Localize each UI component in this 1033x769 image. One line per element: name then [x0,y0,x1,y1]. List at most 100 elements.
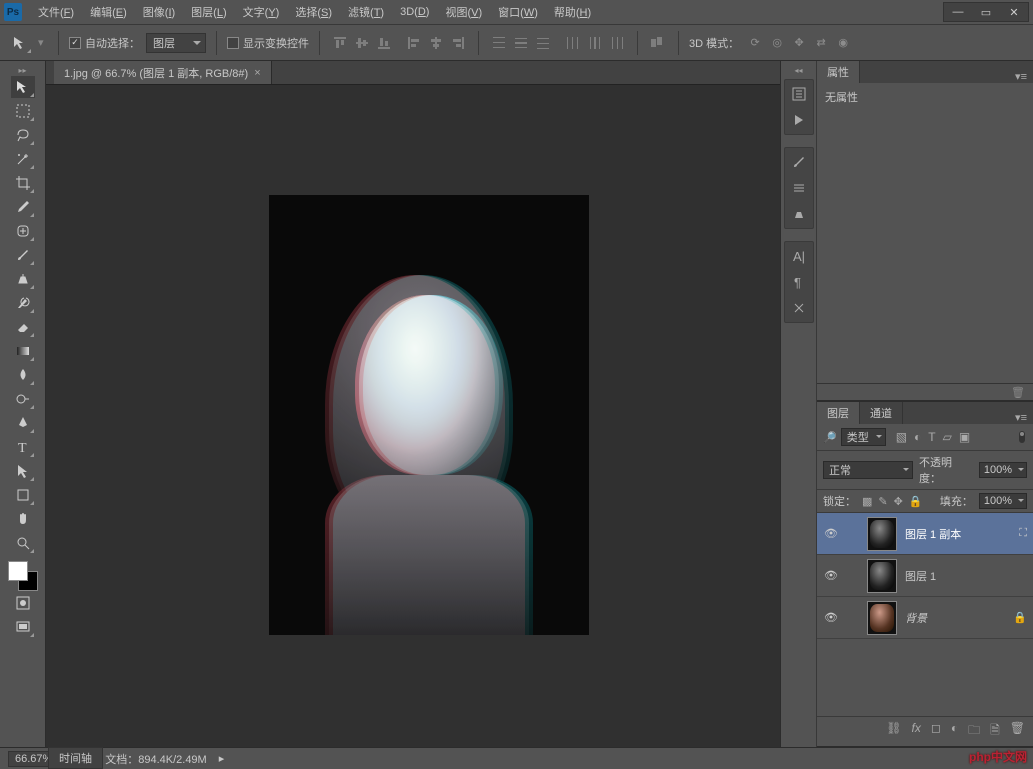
color-swatches[interactable] [8,561,38,591]
gradient-tool[interactable] [11,340,35,362]
menu-layer[interactable]: 图层(L) [183,0,234,24]
paragraph-panel-icon[interactable]: ¶ [787,270,811,294]
3d-pan-button[interactable]: ✥ [789,33,809,53]
filter-adjust-icon[interactable]: ◐ [914,430,921,444]
close-button[interactable]: ✕ [1000,3,1028,21]
maximize-button[interactable]: ▭ [972,3,1000,21]
menu-help[interactable]: 帮助(H) [546,0,599,24]
fill-input[interactable]: 100% [979,493,1027,509]
brush-panel-icon[interactable] [787,150,811,174]
layer-name[interactable]: 图层 1 副本 [905,526,1011,542]
dodge-tool[interactable] [11,388,35,410]
layer-thumbnail[interactable] [867,601,897,635]
document-tab[interactable]: 1.jpg @ 66.7% (图层 1 副本, RGB/8#) × [54,61,272,84]
properties-trash-icon[interactable]: 🗑 [1011,386,1025,399]
opacity-input[interactable]: 100% [979,462,1027,478]
menu-3d[interactable]: 3D(D) [392,2,437,22]
history-panel-icon[interactable] [787,82,811,106]
brush-presets-panel-icon[interactable] [787,176,811,200]
blend-mode-dropdown[interactable]: 正常 [823,461,913,479]
align-hcenter-button[interactable] [426,33,446,53]
layer-name[interactable]: 背景 [905,610,1005,626]
magic-wand-tool[interactable] [11,148,35,170]
layer-row[interactable]: 👁 图层 1 [817,555,1033,597]
menu-filter[interactable]: 滤镜(T) [340,0,392,24]
distribute-right-button[interactable] [607,33,627,53]
clone-source-panel-icon[interactable] [787,202,811,226]
toolbox-collapse-grip[interactable]: ▸▸ [0,65,45,75]
menu-image[interactable]: 图像(I) [135,0,183,24]
auto-align-button[interactable] [648,33,668,53]
properties-panel-menu-icon[interactable]: ▾≡ [1009,70,1033,83]
filter-type-icon[interactable]: T [928,430,935,444]
lock-transparency-icon[interactable]: ▩ [862,495,872,508]
new-layer-button[interactable]: 🗎 [990,721,1000,742]
layers-tab[interactable]: 图层 [817,402,860,424]
filter-toggle-switch[interactable] [1017,429,1027,445]
delete-layer-button[interactable]: 🗑 [1010,721,1025,742]
foreground-swatch[interactable] [8,561,28,581]
auto-select-checkbox[interactable]: ✓ 自动选择： [69,35,140,51]
lock-all-icon[interactable]: 🔒 [909,495,923,508]
history-brush-tool[interactable] [11,292,35,314]
crop-tool[interactable] [11,172,35,194]
filter-smart-icon[interactable]: ▣ [959,430,970,444]
lock-pixels-icon[interactable]: ✎ [878,495,887,508]
layers-panel-menu-icon[interactable]: ▾≡ [1009,411,1033,424]
menu-window[interactable]: 窗口(W) [490,0,546,24]
menu-type[interactable]: 文字(Y) [235,0,288,24]
shape-tool[interactable] [11,484,35,506]
layer-visibility-icon[interactable]: 👁 [823,569,839,582]
screen-mode-toggle[interactable] [11,616,35,638]
layer-row[interactable]: 👁 图层 1 副本 ⛶ [817,513,1033,555]
align-top-button[interactable] [330,33,350,53]
eraser-tool[interactable] [11,316,35,338]
pen-tool[interactable] [11,412,35,434]
align-right-button[interactable] [448,33,468,53]
distribute-bottom-button[interactable] [533,33,553,53]
status-menu-chevron-icon[interactable]: ▸ [219,752,225,765]
canvas-viewport[interactable] [46,85,780,747]
move-tool[interactable] [11,76,35,98]
layer-row[interactable]: 👁 背景 🔒 [817,597,1033,639]
menu-select[interactable]: 选择(S) [287,0,340,24]
lock-position-icon[interactable]: ✥ [894,495,903,508]
document-tab-close-icon[interactable]: × [254,67,260,79]
3d-roll-button[interactable]: ◎ [767,33,787,53]
layer-filter-type-dropdown[interactable]: 类型 [841,428,886,446]
tool-presets-panel-icon[interactable] [787,296,811,320]
layer-visibility-icon[interactable]: 👁 [823,527,839,540]
layer-group-button[interactable]: 🗀 [968,721,980,742]
adjustment-layer-button[interactable]: ◐ [951,721,958,742]
distribute-vcenter-button[interactable] [511,33,531,53]
channels-tab[interactable]: 通道 [860,402,903,424]
path-selection-tool[interactable] [11,460,35,482]
layer-visibility-icon[interactable]: 👁 [823,611,839,624]
hand-tool[interactable] [11,508,35,530]
filter-search-icon[interactable]: 🔎 [823,431,837,444]
menu-view[interactable]: 视图(V) [437,0,490,24]
zoom-tool[interactable] [11,532,35,554]
layer-thumbnail[interactable] [867,559,897,593]
move-tool-indicator[interactable] [8,32,32,54]
healing-brush-tool[interactable] [11,220,35,242]
3d-orbit-button[interactable]: ⟳ [745,33,765,53]
distribute-hcenter-button[interactable] [585,33,605,53]
minimize-button[interactable]: — [944,3,972,21]
distribute-left-button[interactable] [563,33,583,53]
lasso-tool[interactable] [11,124,35,146]
align-left-button[interactable] [404,33,424,53]
options-chevron-icon[interactable]: ▾ [38,36,48,49]
show-transform-checkbox[interactable]: 显示变换控件 [227,35,309,51]
menu-file[interactable]: 文件(F) [30,0,82,24]
3d-slide-button[interactable]: ⇄ [811,33,831,53]
align-bottom-button[interactable] [374,33,394,53]
actions-panel-icon[interactable] [787,108,811,132]
filter-pixel-icon[interactable]: ▧ [896,430,907,444]
properties-tab[interactable]: 属性 [817,61,860,83]
3d-zoom-button[interactable]: ◉ [833,33,853,53]
filter-shape-icon[interactable]: ▱ [943,430,952,444]
link-layers-button[interactable]: ⛓ [886,721,901,742]
marquee-tool[interactable] [11,100,35,122]
quick-mask-toggle[interactable] [11,592,35,614]
